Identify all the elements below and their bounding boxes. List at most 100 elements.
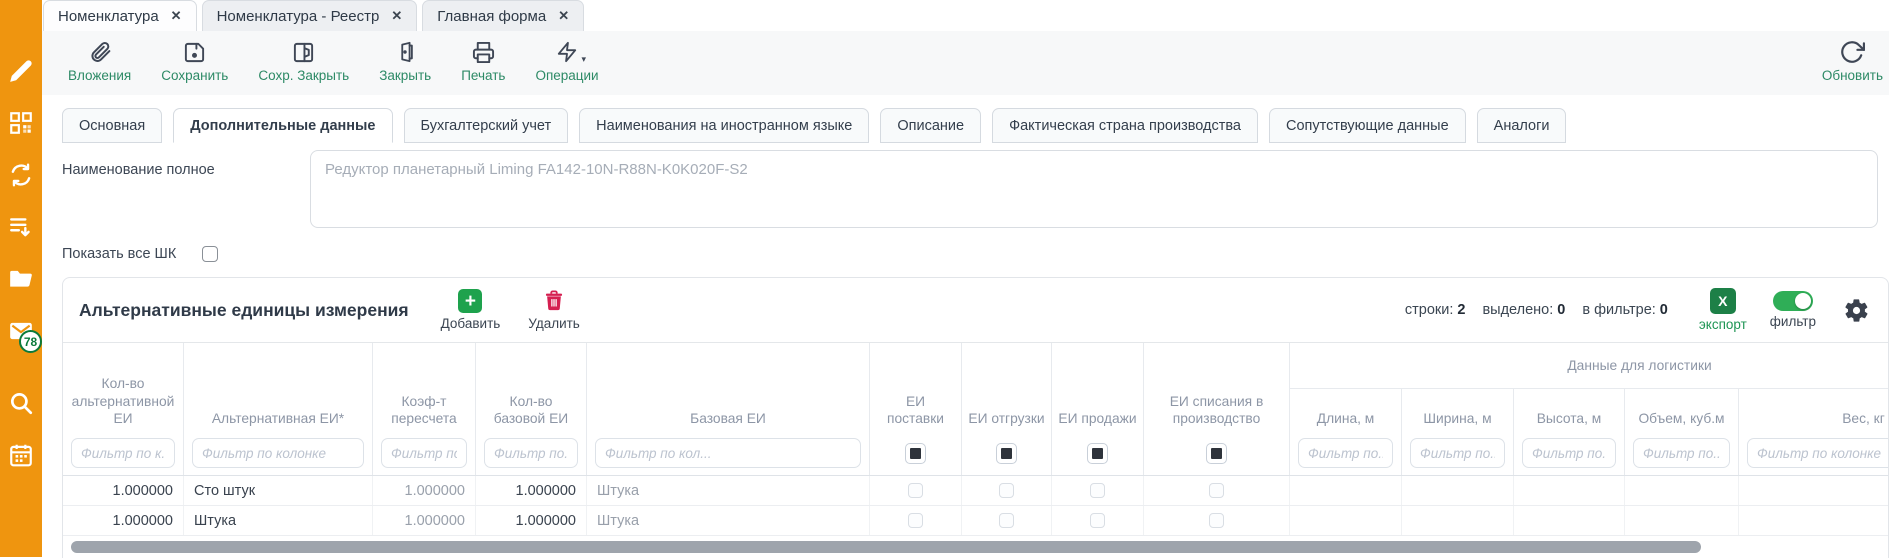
tab-naimenovaniya-inostrannyy[interactable]: Наименования на иностранном языке [579,108,869,143]
column-header-cell[interactable]: Базовая ЕИ [587,343,870,475]
column-header-cell[interactable]: Высота, м [1514,389,1625,475]
delete-row-button[interactable]: Удалить [528,289,580,331]
row-cell [962,506,1052,535]
column-header-label: Базовая ЕИ [587,410,869,431]
column-filter-area [1144,431,1289,475]
row-cell: 1.000000 [476,506,587,535]
save-button[interactable]: Сохранить [161,38,228,83]
full-name-field-row: Наименование полное [62,150,1889,228]
row-checkbox[interactable] [1209,483,1224,498]
row-cell: Штука [184,506,373,535]
full-name-label: Наименование полное [62,150,310,228]
calendar-icon[interactable] [8,442,34,468]
sync-icon[interactable] [8,162,34,188]
row-checkbox[interactable] [999,513,1014,528]
column-header-cell[interactable]: Кол-во базовой ЕИ [476,343,587,475]
column-filter-input[interactable] [381,438,467,468]
row-checkbox[interactable] [908,513,923,528]
column-header-cell[interactable]: Кол-во альтернативной ЕИ [63,343,184,475]
column-header-label: ЕИ отгрузки [962,410,1051,431]
qr-code-icon[interactable] [8,110,34,136]
column-filter-area [1739,431,1889,475]
column-header-cell[interactable]: Коэф-т пересчета [373,343,476,475]
mail-icon[interactable]: 78 [8,318,34,344]
column-filter-input[interactable] [1633,438,1730,468]
row-checkbox[interactable] [1090,483,1105,498]
row-checkbox[interactable] [1209,513,1224,528]
column-header-cell[interactable]: ЕИ списания в производство [1144,343,1290,475]
settings-button[interactable] [1843,297,1870,324]
row-checkbox[interactable] [908,483,923,498]
column-filter-toggle[interactable] [996,443,1017,464]
tab-buhgalterskiy-uchet[interactable]: Бухгалтерский учет [404,108,569,143]
tab-fakticheskaya-strana[interactable]: Фактическая страна производства [992,108,1258,143]
column-header-label: ЕИ продажи [1052,410,1143,431]
tab-analogi[interactable]: Аналоги [1477,108,1567,143]
export-button[interactable]: X экспорт [1699,288,1747,332]
column-filter-area [587,431,869,475]
pencil-icon[interactable] [8,58,34,84]
close-icon[interactable]: ✕ [558,8,569,24]
column-header-cell[interactable]: Альтернативная ЕИ* [184,343,373,475]
selected-count: выделено:0 [1482,302,1565,318]
save-close-button[interactable]: Сохр. Закрыть [258,38,349,83]
folder-icon[interactable] [8,266,34,292]
window-tab-nomenclature[interactable]: Номенклатура ✕ [43,0,197,31]
refresh-button[interactable]: Обновить [1822,38,1883,83]
column-filter-input[interactable] [1410,438,1505,468]
column-filter-area [63,431,183,475]
row-cell: Сто штук [184,476,373,505]
search-icon[interactable] [8,390,34,416]
tab-dopolnitelnye-dannye[interactable]: Дополнительные данные [173,108,392,143]
close-icon[interactable]: ✕ [171,8,182,24]
operations-button[interactable]: ▾ Операции [535,38,598,83]
column-header-cell[interactable]: ЕИ отгрузки [962,343,1052,475]
column-filter-area [1514,431,1624,475]
column-filter-toggle[interactable] [905,443,926,464]
column-filter-input[interactable] [595,438,861,468]
column-header-label: Ширина, м [1402,410,1513,431]
window-tab-mainform[interactable]: Главная форма ✕ [422,0,584,31]
table-row[interactable]: 1.000000Сто штук1.0000001.000000Штука [63,476,1888,506]
close-icon[interactable]: ✕ [391,8,402,24]
add-row-button[interactable]: + Добавить [441,289,501,331]
column-header-cell[interactable]: Длина, м [1290,389,1402,475]
column-filter-input[interactable] [1298,438,1393,468]
attachments-button[interactable]: Вложения [68,38,131,83]
filter-toggle[interactable]: фильтр [1770,291,1816,329]
window-tab-registry[interactable]: Номенклатура - Реестр ✕ [202,0,418,31]
close-button[interactable]: Закрыть [379,38,431,83]
column-filter-toggle[interactable] [1087,443,1108,464]
row-checkbox[interactable] [1090,513,1105,528]
column-filter-input[interactable] [484,438,578,468]
tab-soputstvuyushchie-dannye[interactable]: Сопутствующие данные [1269,108,1466,143]
refresh-icon [1839,38,1865,66]
scrollbar-thumb[interactable] [71,541,1701,553]
column-filter-input[interactable] [71,438,175,468]
full-name-textarea[interactable] [310,150,1878,228]
column-filter-input[interactable] [1747,438,1889,468]
window-tab-label: Главная форма [437,8,546,25]
show-all-barcodes-checkbox[interactable] [202,246,218,262]
column-header-cell[interactable]: Ширина, м [1402,389,1514,475]
toolbar-label: Операции [535,68,598,83]
table-row[interactable]: 1.000000Штука1.0000001.000000Штука [63,506,1888,536]
print-button[interactable]: Печать [461,38,505,83]
column-header-cell[interactable]: ЕИ поставки [870,343,962,475]
column-filter-input[interactable] [192,438,364,468]
column-header-cell[interactable]: Объем, куб.м [1625,389,1739,475]
excel-export-icon: X [1710,288,1736,314]
column-header-label: ЕИ списания в производство [1144,393,1289,431]
column-filter-input[interactable] [1522,438,1616,468]
tab-osnovnaya[interactable]: Основная [62,108,162,143]
row-checkbox[interactable] [999,483,1014,498]
column-header-cell[interactable]: ЕИ продажи [1052,343,1144,475]
list-download-icon[interactable] [8,214,34,240]
column-filter-toggle[interactable] [1206,443,1227,464]
chevron-down-icon: ▾ [582,54,587,65]
column-header-label: Кол-во альтернативной ЕИ [63,375,183,431]
column-filter-area [373,431,475,475]
tab-opisanie[interactable]: Описание [880,108,981,143]
row-cell [1052,476,1144,505]
column-header-cell[interactable]: Вес, кг [1739,389,1889,475]
